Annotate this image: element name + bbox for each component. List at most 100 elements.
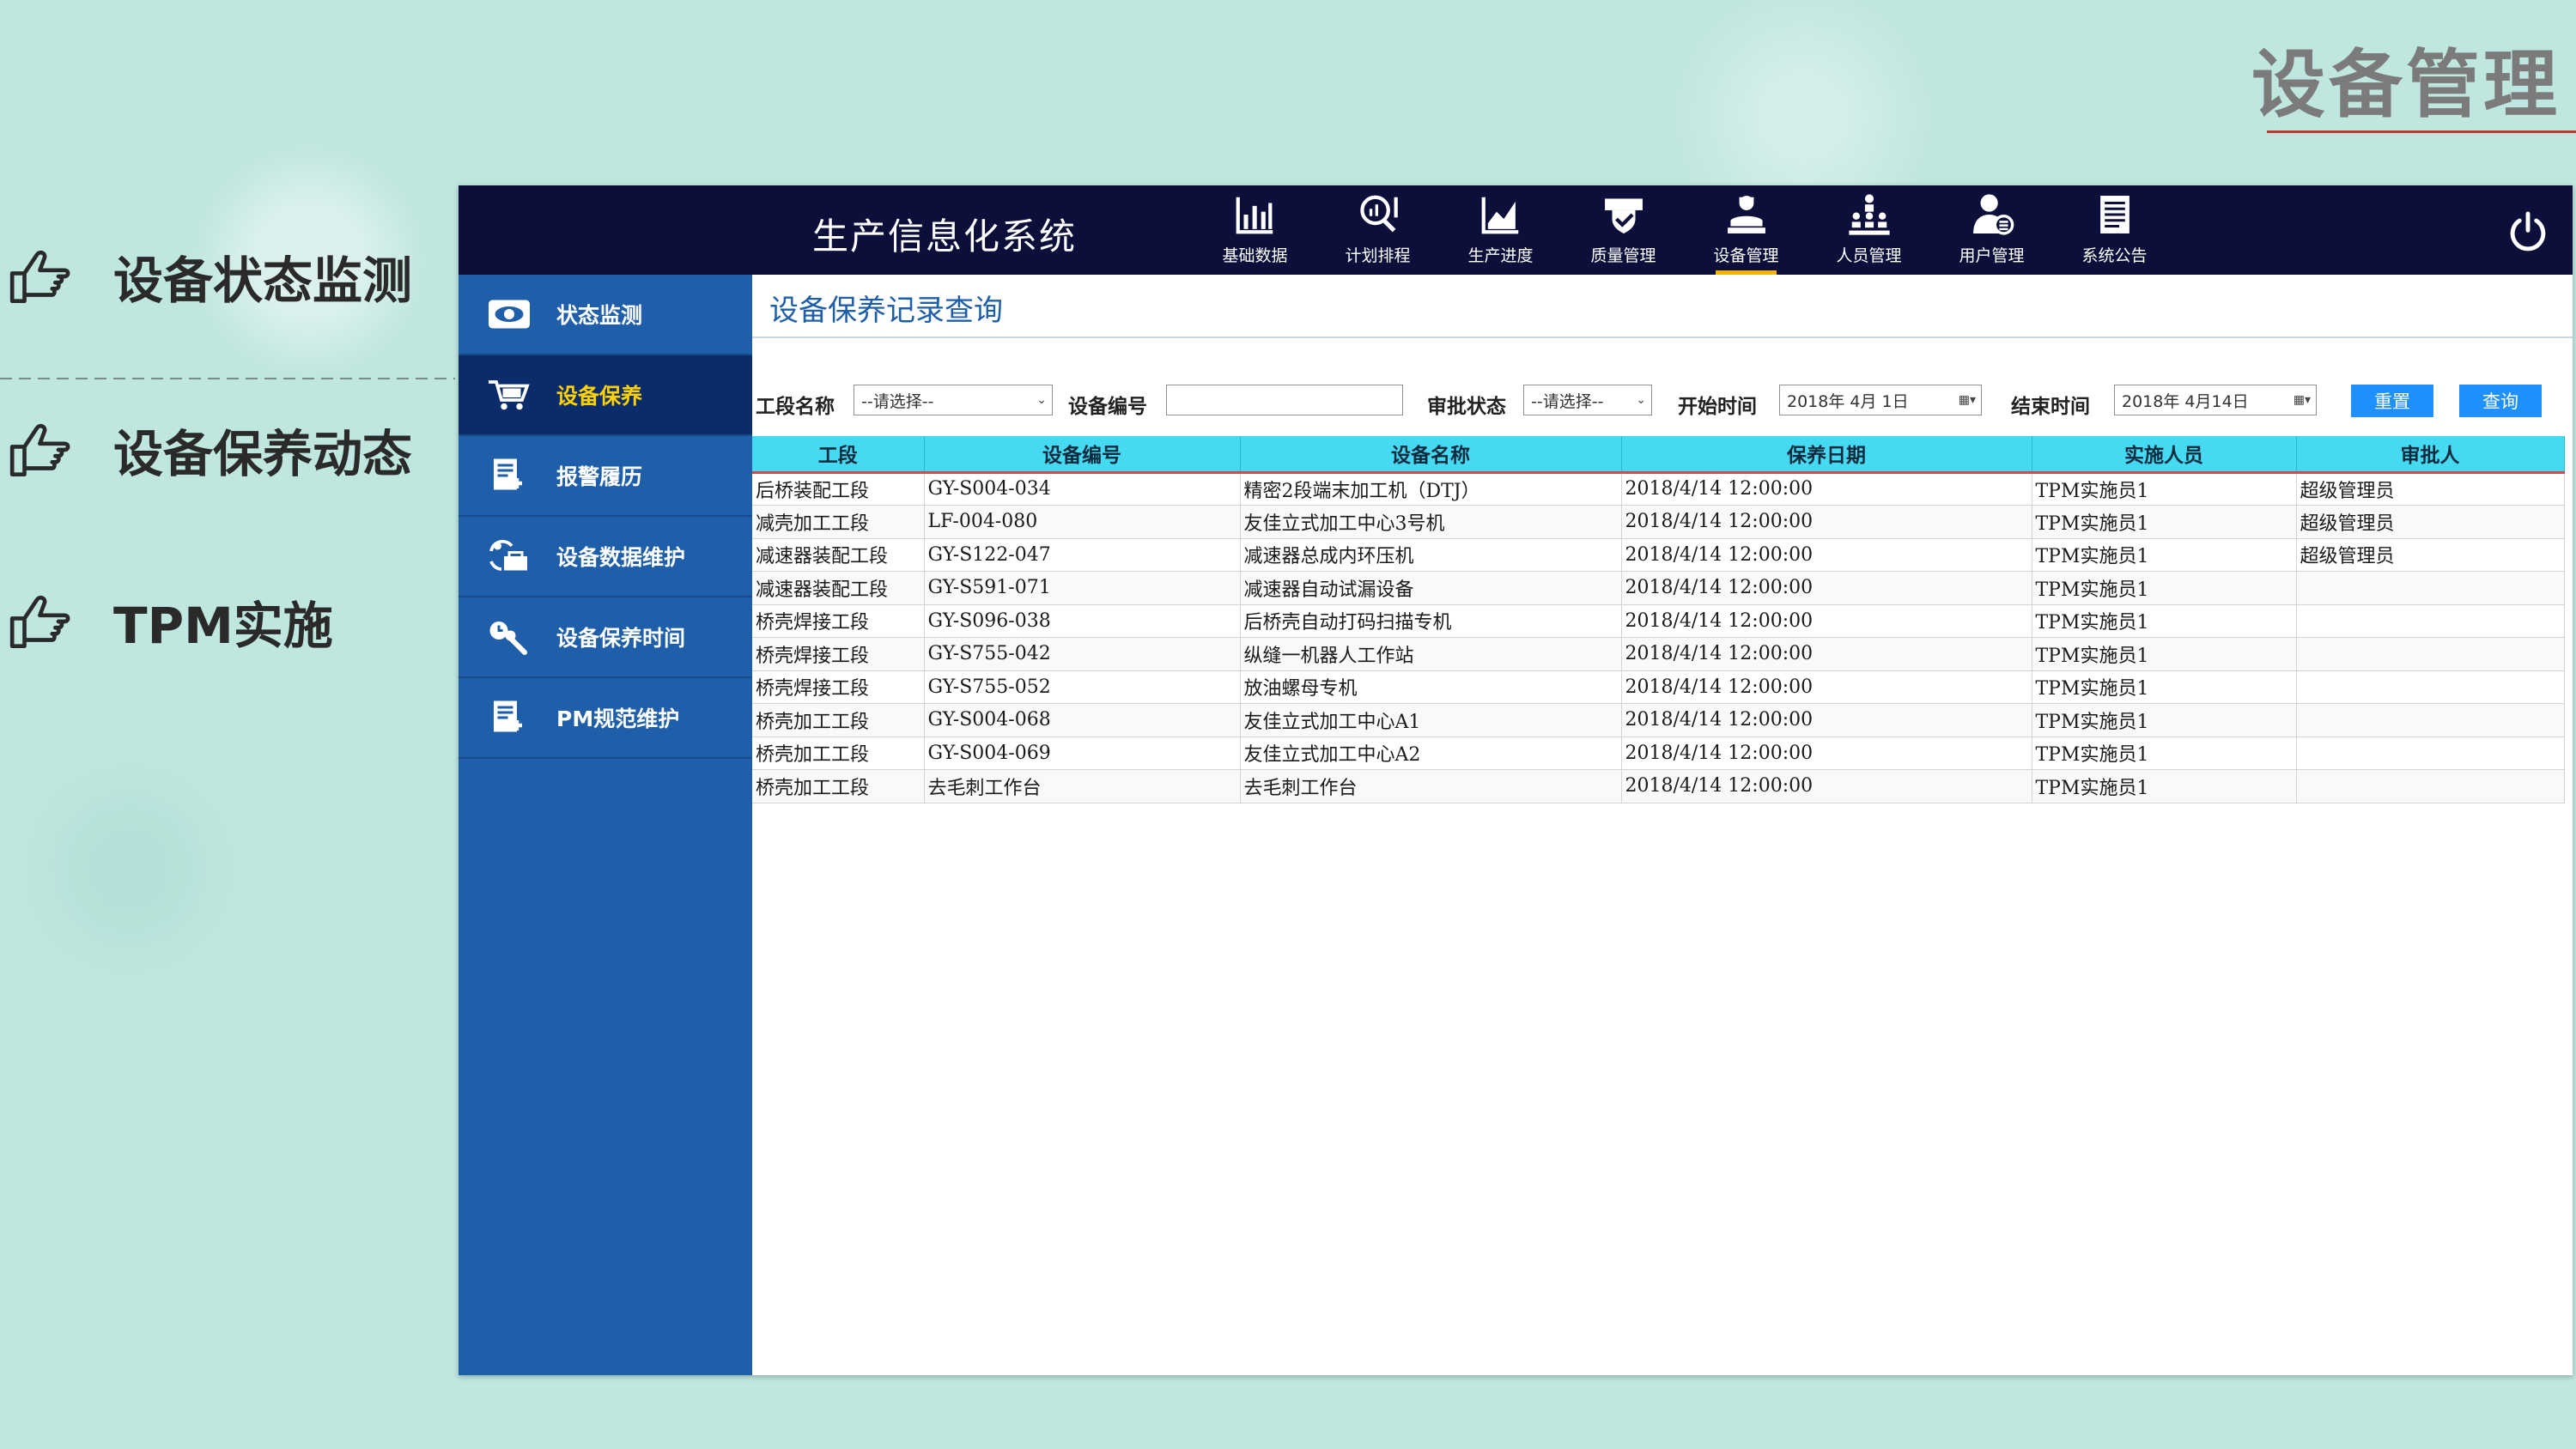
document-icon xyxy=(2099,196,2129,233)
operator-icon xyxy=(1727,196,1765,233)
table-row[interactable]: 桥壳焊接工段 GY-S755-042 纵缝一机器人工作站 2018/4/14 1… xyxy=(752,637,2565,671)
table-cell: 后桥壳自动打码扫描专机 xyxy=(1240,604,1622,638)
table-cell: 2018/4/14 12:00:00 xyxy=(1621,637,2032,671)
table-cell xyxy=(2296,670,2565,704)
bullet-item: 设备状态监测 xyxy=(0,233,412,319)
table-row[interactable]: 桥壳焊接工段 GY-S096-038 后桥壳自动打码扫描专机 2018/4/14… xyxy=(752,604,2565,638)
table-header-row: 工段 设备编号 设备名称 保养日期 实施人员 审批人 xyxy=(752,436,2565,474)
table-cell: TPM实施员1 xyxy=(2032,571,2297,605)
table-cell: 超级管理员 xyxy=(2296,505,2565,539)
power-icon[interactable] xyxy=(2506,209,2550,254)
table-cell xyxy=(2296,637,2565,671)
table-cell: 桥壳焊接工段 xyxy=(752,670,925,704)
nav-item-quality[interactable]: 质量管理 xyxy=(1562,185,1685,275)
sidebar-item-alarm-history[interactable]: 报警履历 xyxy=(459,436,752,517)
table-row[interactable]: 桥壳加工工段 GY-S004-069 友佳立式加工中心A2 2018/4/14 … xyxy=(752,737,2565,770)
report-icon xyxy=(494,700,522,732)
sidebar-item-maintenance[interactable]: 设备保养 xyxy=(459,355,752,436)
maintenance-icon xyxy=(489,539,527,571)
table-cell: TPM实施员1 xyxy=(2032,538,2297,572)
bullet-item: TPM实施 xyxy=(0,579,333,664)
table-cell: 去毛刺工作台 xyxy=(924,769,1241,803)
bullet-text: 设备保养动态 xyxy=(113,425,413,483)
column-header[interactable]: 设备名称 xyxy=(1240,436,1622,474)
report-icon xyxy=(494,458,522,490)
sidebar-item-equipment-data[interactable]: 设备数据维护 xyxy=(459,517,752,597)
table-cell: GY-S004-068 xyxy=(924,703,1241,737)
table-cell: 桥壳加工工段 xyxy=(752,769,925,803)
table-cell: 桥壳焊接工段 xyxy=(752,637,925,671)
column-header[interactable]: 实施人员 xyxy=(2032,436,2297,474)
column-header[interactable]: 保养日期 xyxy=(1621,436,2032,474)
table-cell: 友佳立式加工中心3号机 xyxy=(1240,505,1622,539)
calendar-icon: ▦▾ xyxy=(1958,393,1976,407)
table-cell: 减壳加工工段 xyxy=(752,505,925,539)
nav-item-planning[interactable]: 计划排程 xyxy=(1316,185,1439,275)
table-row[interactable]: 减速器装配工段 GY-S591-071 减速器自动试漏设备 2018/4/14 … xyxy=(752,571,2565,605)
reset-button[interactable]: 重置 xyxy=(2351,385,2433,417)
magnifier-chart-icon xyxy=(1359,195,1398,233)
table-cell: 友佳立式加工中心A1 xyxy=(1240,703,1622,737)
wrench-clock-icon xyxy=(489,621,527,655)
table-cell: GY-S004-069 xyxy=(924,737,1241,770)
table-cell: LF-004-080 xyxy=(924,505,1241,539)
records-table: 工段 设备编号 设备名称 保养日期 实施人员 审批人 后桥装配工段 GY-S00… xyxy=(752,436,2565,803)
section-label: 工段名称 xyxy=(756,396,835,418)
end-date-picker[interactable]: 2018年 4月14日 ▦▾ xyxy=(2114,385,2317,415)
slide-title: 设备管理 xyxy=(2251,42,2561,128)
app-window: 生产信息化系统 基础数据 计划排程 生产进度 质量管理 设备管理 人员管理 用户… xyxy=(459,185,2573,1375)
bullet-item: 设备保养动态 xyxy=(0,407,412,493)
nav-item-staff[interactable]: 人员管理 xyxy=(1807,185,1930,275)
equip-no-input[interactable] xyxy=(1166,385,1403,415)
sidebar-item-pm-spec[interactable]: PM规范维护 xyxy=(459,678,752,759)
table-cell: 2018/4/14 12:00:00 xyxy=(1621,472,2032,506)
table-cell: 2018/4/14 12:00:00 xyxy=(1621,737,2032,770)
table-cell xyxy=(2296,769,2565,803)
table-cell: TPM实施员1 xyxy=(2032,737,2297,770)
nav-item-announcement[interactable]: 系统公告 xyxy=(2053,185,2176,275)
table-cell: 超级管理员 xyxy=(2296,472,2565,506)
chevron-down-icon: ⌄ xyxy=(1036,393,1047,407)
table-cell: 桥壳加工工段 xyxy=(752,737,925,770)
divider xyxy=(752,336,2573,338)
nav-item-progress[interactable]: 生产进度 xyxy=(1439,185,1562,275)
column-header[interactable]: 审批人 xyxy=(2296,436,2565,474)
nav-item-users[interactable]: 用户管理 xyxy=(1930,185,2053,275)
nav-item-equipment[interactable]: 设备管理 xyxy=(1685,185,1807,275)
table-row[interactable]: 桥壳加工工段 GY-S004-068 友佳立式加工中心A1 2018/4/14 … xyxy=(752,703,2565,737)
pointing-hand-icon xyxy=(0,233,86,319)
sidebar-item-status-monitor[interactable]: 状态监测 xyxy=(459,275,752,355)
table-row[interactable]: 后桥装配工段 GY-S004-034 精密2段端末加工机（DTJ） 2018/4… xyxy=(752,472,2565,506)
sidebar-item-maintenance-time[interactable]: 设备保养时间 xyxy=(459,597,752,678)
pointing-hand-icon xyxy=(0,579,86,664)
column-header[interactable]: 设备编号 xyxy=(924,436,1241,474)
table-cell: GY-S004-034 xyxy=(924,472,1241,506)
approval-select[interactable]: --请选择-- ⌄ xyxy=(1523,385,1652,415)
table-cell xyxy=(2296,604,2565,638)
pointing-hand-icon xyxy=(0,407,86,493)
table-cell: 2018/4/14 12:00:00 xyxy=(1621,703,2032,737)
table-row[interactable]: 桥壳焊接工段 GY-S755-052 放油螺母专机 2018/4/14 12:0… xyxy=(752,670,2565,704)
nav-item-basic-data[interactable]: 基础数据 xyxy=(1194,185,1316,275)
table-cell: 2018/4/14 12:00:00 xyxy=(1621,670,2032,704)
chevron-down-icon: ⌄ xyxy=(1636,393,1646,407)
equip-no-label: 设备编号 xyxy=(1068,396,1147,418)
column-header[interactable]: 工段 xyxy=(752,436,925,474)
start-date-picker[interactable]: 2018年 4月 1日 ▦▾ xyxy=(1779,385,1982,415)
title-underline xyxy=(2267,130,2576,133)
start-time-label: 开始时间 xyxy=(1678,396,1757,418)
table-cell: 2018/4/14 12:00:00 xyxy=(1621,571,2032,605)
calendar-icon: ▦▾ xyxy=(2293,393,2311,407)
query-button[interactable]: 查询 xyxy=(2459,385,2542,417)
section-select[interactable]: --请选择-- ⌄ xyxy=(854,385,1053,415)
table-cell: GY-S755-042 xyxy=(924,637,1241,671)
table-cell: 2018/4/14 12:00:00 xyxy=(1621,769,2032,803)
table-row[interactable]: 桥壳加工工段 去毛刺工作台 去毛刺工作台 2018/4/14 12:00:00 … xyxy=(752,769,2565,803)
table-cell: TPM实施员1 xyxy=(2032,472,2297,506)
table-row[interactable]: 减速器装配工段 GY-S122-047 减速器总成内环压机 2018/4/14 … xyxy=(752,538,2565,572)
table-cell: 精密2段端末加工机（DTJ） xyxy=(1240,472,1622,506)
table-cell: GY-S591-071 xyxy=(924,571,1241,605)
bar-chart-icon xyxy=(1236,197,1273,234)
table-row[interactable]: 减壳加工工段 LF-004-080 友佳立式加工中心3号机 2018/4/14 … xyxy=(752,505,2565,539)
main-nav: 基础数据 计划排程 生产进度 质量管理 设备管理 人员管理 用户管理 系统公告 xyxy=(1194,185,2176,275)
